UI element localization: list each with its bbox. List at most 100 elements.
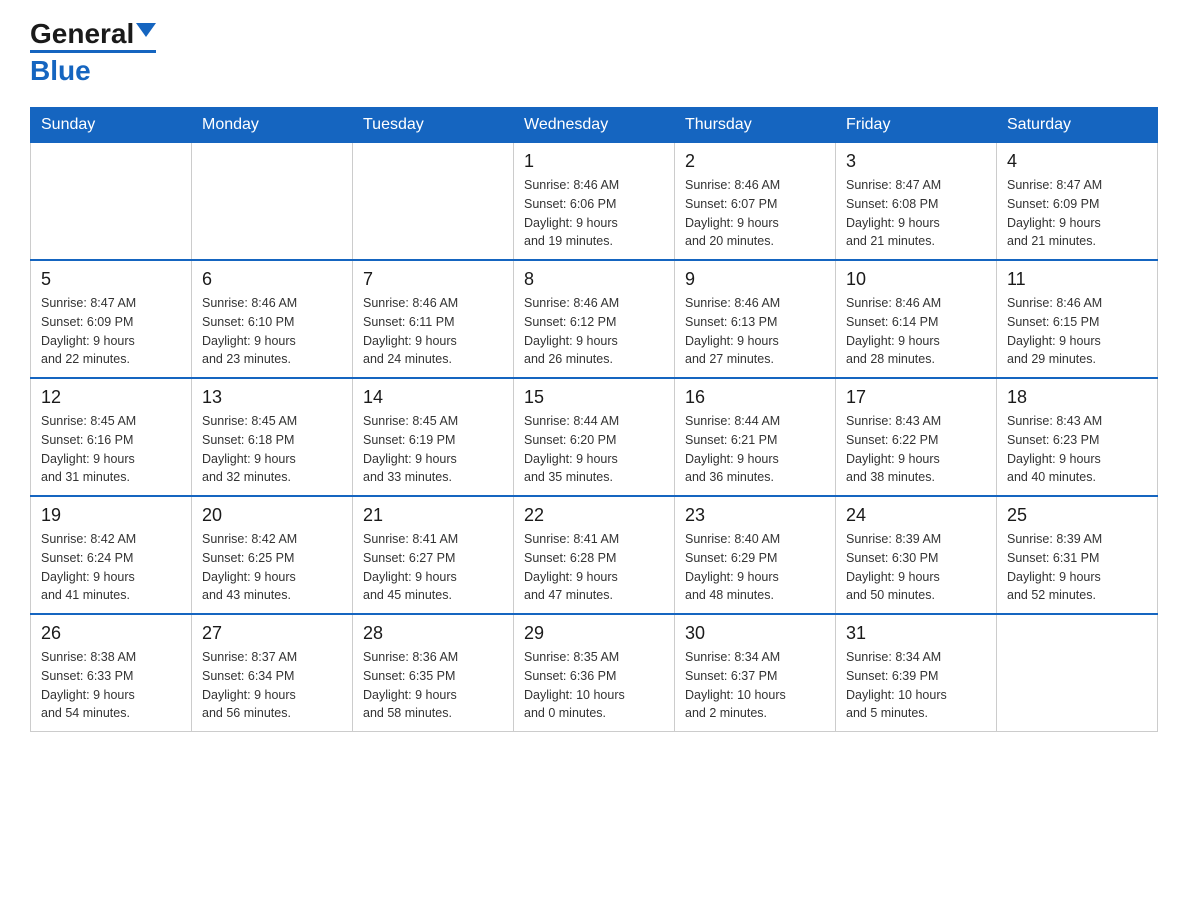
day-number: 14 xyxy=(363,387,503,408)
calendar-cell: 6 Sunrise: 8:46 AM Sunset: 6:10 PM Daylig… xyxy=(192,260,353,378)
calendar-cell: 13 Sunrise: 8:45 AM Sunset: 6:18 PM Dayli… xyxy=(192,378,353,496)
calendar-cell: 28 Sunrise: 8:36 AM Sunset: 6:35 PM Dayli… xyxy=(353,614,514,732)
day-info: Sunrise: 8:47 AM Sunset: 6:08 PM Dayligh… xyxy=(846,176,986,251)
day-info: Sunrise: 8:36 AM Sunset: 6:35 PM Dayligh… xyxy=(363,648,503,723)
calendar-week-row: 19 Sunrise: 8:42 AM Sunset: 6:24 PM Dayli… xyxy=(31,496,1158,614)
calendar-cell: 31 Sunrise: 8:34 AM Sunset: 6:39 PM Dayli… xyxy=(836,614,997,732)
calendar-cell: 29 Sunrise: 8:35 AM Sunset: 6:36 PM Dayli… xyxy=(514,614,675,732)
day-info: Sunrise: 8:41 AM Sunset: 6:27 PM Dayligh… xyxy=(363,530,503,605)
calendar-cell: 11 Sunrise: 8:46 AM Sunset: 6:15 PM Dayli… xyxy=(997,260,1158,378)
calendar-header-saturday: Saturday xyxy=(997,108,1158,143)
calendar-cell: 4Sunrise: 8:47 AM Sunset: 6:09 PM Daylig… xyxy=(997,143,1158,261)
day-number: 2 xyxy=(685,151,825,172)
calendar-cell: 5Sunrise: 8:47 AM Sunset: 6:09 PM Daylig… xyxy=(31,260,192,378)
day-number: 31 xyxy=(846,623,986,644)
calendar-cell: 1 Sunrise: 8:46 AM Sunset: 6:06 PM Daylig… xyxy=(514,143,675,261)
logo-line xyxy=(30,50,156,53)
day-info: Sunrise: 8:42 AM Sunset: 6:24 PM Dayligh… xyxy=(41,530,181,605)
day-info: Sunrise: 8:46 AM Sunset: 6:06 PM Dayligh… xyxy=(524,176,664,251)
day-info: Sunrise: 8:46 AM Sunset: 6:10 PM Dayligh… xyxy=(202,294,342,369)
day-number: 9 xyxy=(685,269,825,290)
calendar-cell: 17 Sunrise: 8:43 AM Sunset: 6:22 PM Dayli… xyxy=(836,378,997,496)
calendar-cell: 8 Sunrise: 8:46 AM Sunset: 6:12 PM Daylig… xyxy=(514,260,675,378)
day-info: Sunrise: 8:34 AM Sunset: 6:39 PM Dayligh… xyxy=(846,648,986,723)
calendar-cell: 9Sunrise: 8:46 AM Sunset: 6:13 PM Daylig… xyxy=(675,260,836,378)
calendar-cell: 18 Sunrise: 8:43 AM Sunset: 6:23 PM Dayli… xyxy=(997,378,1158,496)
logo: General Blue xyxy=(30,20,156,87)
day-info: Sunrise: 8:46 AM Sunset: 6:07 PM Dayligh… xyxy=(685,176,825,251)
day-number: 28 xyxy=(363,623,503,644)
calendar-week-row: 1 Sunrise: 8:46 AM Sunset: 6:06 PM Daylig… xyxy=(31,143,1158,261)
day-number: 8 xyxy=(524,269,664,290)
calendar-header-wednesday: Wednesday xyxy=(514,108,675,143)
day-number: 16 xyxy=(685,387,825,408)
calendar-header-tuesday: Tuesday xyxy=(353,108,514,143)
day-info: Sunrise: 8:46 AM Sunset: 6:11 PM Dayligh… xyxy=(363,294,503,369)
day-info: Sunrise: 8:43 AM Sunset: 6:23 PM Dayligh… xyxy=(1007,412,1147,487)
day-info: Sunrise: 8:47 AM Sunset: 6:09 PM Dayligh… xyxy=(1007,176,1147,251)
calendar-cell: 21 Sunrise: 8:41 AM Sunset: 6:27 PM Dayli… xyxy=(353,496,514,614)
day-number: 5 xyxy=(41,269,181,290)
day-number: 29 xyxy=(524,623,664,644)
day-number: 10 xyxy=(846,269,986,290)
day-info: Sunrise: 8:44 AM Sunset: 6:21 PM Dayligh… xyxy=(685,412,825,487)
calendar-cell: 24 Sunrise: 8:39 AM Sunset: 6:30 PM Dayli… xyxy=(836,496,997,614)
day-info: Sunrise: 8:42 AM Sunset: 6:25 PM Dayligh… xyxy=(202,530,342,605)
calendar-cell: 22 Sunrise: 8:41 AM Sunset: 6:28 PM Dayli… xyxy=(514,496,675,614)
calendar-cell: 25 Sunrise: 8:39 AM Sunset: 6:31 PM Dayli… xyxy=(997,496,1158,614)
day-info: Sunrise: 8:35 AM Sunset: 6:36 PM Dayligh… xyxy=(524,648,664,723)
calendar-cell: 19 Sunrise: 8:42 AM Sunset: 6:24 PM Dayli… xyxy=(31,496,192,614)
day-number: 13 xyxy=(202,387,342,408)
day-number: 26 xyxy=(41,623,181,644)
calendar-cell: 2 Sunrise: 8:46 AM Sunset: 6:07 PM Daylig… xyxy=(675,143,836,261)
calendar-header-friday: Friday xyxy=(836,108,997,143)
calendar-week-row: 12 Sunrise: 8:45 AM Sunset: 6:16 PM Dayli… xyxy=(31,378,1158,496)
calendar-cell: 30 Sunrise: 8:34 AM Sunset: 6:37 PM Dayli… xyxy=(675,614,836,732)
calendar-cell: 10Sunrise: 8:46 AM Sunset: 6:14 PM Dayli… xyxy=(836,260,997,378)
day-info: Sunrise: 8:39 AM Sunset: 6:31 PM Dayligh… xyxy=(1007,530,1147,605)
day-number: 25 xyxy=(1007,505,1147,526)
day-number: 11 xyxy=(1007,269,1147,290)
calendar-cell xyxy=(997,614,1158,732)
day-number: 21 xyxy=(363,505,503,526)
calendar-cell: 26 Sunrise: 8:38 AM Sunset: 6:33 PM Dayli… xyxy=(31,614,192,732)
logo-blue: Blue xyxy=(30,55,91,87)
day-info: Sunrise: 8:43 AM Sunset: 6:22 PM Dayligh… xyxy=(846,412,986,487)
day-info: Sunrise: 8:41 AM Sunset: 6:28 PM Dayligh… xyxy=(524,530,664,605)
day-number: 22 xyxy=(524,505,664,526)
day-number: 1 xyxy=(524,151,664,172)
day-number: 6 xyxy=(202,269,342,290)
logo-general: General xyxy=(30,20,134,48)
day-number: 17 xyxy=(846,387,986,408)
day-info: Sunrise: 8:39 AM Sunset: 6:30 PM Dayligh… xyxy=(846,530,986,605)
calendar-header-row: SundayMondayTuesdayWednesdayThursdayFrid… xyxy=(31,108,1158,143)
day-number: 30 xyxy=(685,623,825,644)
calendar-cell: 12 Sunrise: 8:45 AM Sunset: 6:16 PM Dayli… xyxy=(31,378,192,496)
calendar-cell: 20 Sunrise: 8:42 AM Sunset: 6:25 PM Dayli… xyxy=(192,496,353,614)
calendar-cell xyxy=(192,143,353,261)
day-info: Sunrise: 8:40 AM Sunset: 6:29 PM Dayligh… xyxy=(685,530,825,605)
day-info: Sunrise: 8:46 AM Sunset: 6:15 PM Dayligh… xyxy=(1007,294,1147,369)
day-number: 20 xyxy=(202,505,342,526)
day-info: Sunrise: 8:46 AM Sunset: 6:12 PM Dayligh… xyxy=(524,294,664,369)
day-number: 24 xyxy=(846,505,986,526)
day-info: Sunrise: 8:44 AM Sunset: 6:20 PM Dayligh… xyxy=(524,412,664,487)
day-number: 12 xyxy=(41,387,181,408)
calendar-cell xyxy=(31,143,192,261)
day-info: Sunrise: 8:45 AM Sunset: 6:19 PM Dayligh… xyxy=(363,412,503,487)
day-number: 15 xyxy=(524,387,664,408)
day-info: Sunrise: 8:34 AM Sunset: 6:37 PM Dayligh… xyxy=(685,648,825,723)
calendar-header-monday: Monday xyxy=(192,108,353,143)
day-number: 19 xyxy=(41,505,181,526)
calendar-cell xyxy=(353,143,514,261)
calendar-cell: 16 Sunrise: 8:44 AM Sunset: 6:21 PM Dayli… xyxy=(675,378,836,496)
calendar-cell: 23Sunrise: 8:40 AM Sunset: 6:29 PM Dayli… xyxy=(675,496,836,614)
calendar-cell: 15 Sunrise: 8:44 AM Sunset: 6:20 PM Dayli… xyxy=(514,378,675,496)
day-info: Sunrise: 8:45 AM Sunset: 6:18 PM Dayligh… xyxy=(202,412,342,487)
day-number: 18 xyxy=(1007,387,1147,408)
day-info: Sunrise: 8:37 AM Sunset: 6:34 PM Dayligh… xyxy=(202,648,342,723)
day-info: Sunrise: 8:38 AM Sunset: 6:33 PM Dayligh… xyxy=(41,648,181,723)
calendar-cell: 27Sunrise: 8:37 AM Sunset: 6:34 PM Dayli… xyxy=(192,614,353,732)
calendar-header-thursday: Thursday xyxy=(675,108,836,143)
day-info: Sunrise: 8:45 AM Sunset: 6:16 PM Dayligh… xyxy=(41,412,181,487)
